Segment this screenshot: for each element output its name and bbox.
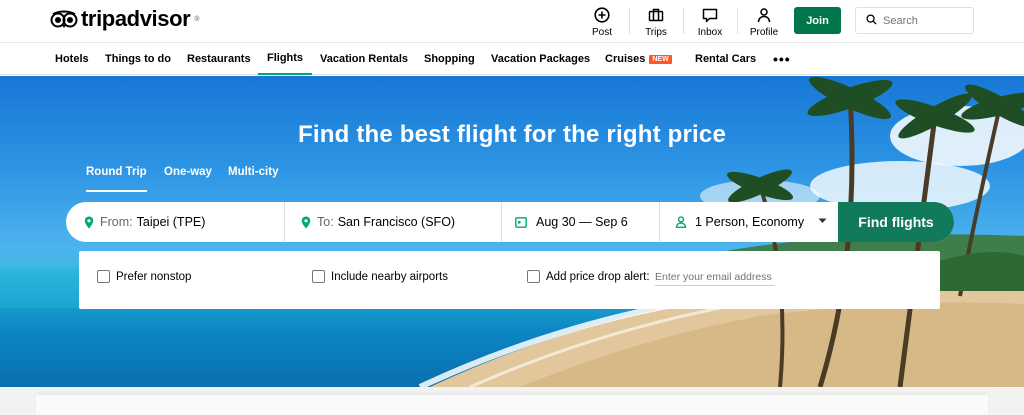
- dates-value: Aug 30 — Sep 6: [536, 215, 628, 229]
- to-label: To:: [317, 215, 334, 229]
- profile-label: Profile: [749, 27, 779, 38]
- find-flights-button[interactable]: Find flights: [838, 202, 954, 242]
- tripadvisor-logo[interactable]: tripadvisor ®: [50, 6, 200, 31]
- header-search[interactable]: [855, 7, 974, 34]
- hero-banner: Find the best flight for the right price…: [0, 76, 1024, 387]
- tab-round-trip[interactable]: Round Trip: [86, 166, 147, 192]
- tab-multi-city[interactable]: Multi-city: [228, 166, 278, 192]
- message-icon: [700, 5, 720, 25]
- inbox-button[interactable]: Inbox: [688, 5, 732, 38]
- person-icon: [675, 216, 687, 228]
- prefer-nonstop-checkbox[interactable]: [97, 270, 110, 283]
- field-divider: [659, 202, 660, 242]
- chevron-down-icon[interactable]: [818, 218, 827, 224]
- nav-hotels[interactable]: Hotels: [55, 43, 89, 75]
- join-button[interactable]: Join: [794, 7, 841, 34]
- search-options-panel: Prefer nonstop Include nearby airports A…: [79, 251, 940, 309]
- email-field[interactable]: [655, 268, 775, 286]
- prefer-nonstop-option[interactable]: Prefer nonstop: [97, 270, 191, 283]
- nav-flights[interactable]: Flights: [258, 43, 313, 75]
- category-nav: Hotels Things to do Restaurants Flights …: [0, 43, 1024, 75]
- prefer-nonstop-label: Prefer nonstop: [116, 270, 192, 283]
- nearby-airports-checkbox[interactable]: [312, 270, 325, 283]
- to-field[interactable]: To: San Francisco (SFO): [301, 202, 501, 242]
- briefcase-icon: [646, 5, 666, 25]
- more-menu-icon[interactable]: •••: [773, 43, 791, 75]
- nav-cruises-label: Cruises: [605, 53, 646, 65]
- nav-rental-cars[interactable]: Rental Cars: [695, 43, 756, 75]
- travelers-field[interactable]: 1 Person, Economy: [675, 202, 835, 242]
- plus-circle-icon: [592, 5, 612, 25]
- profile-button[interactable]: Profile: [742, 5, 786, 38]
- nav-restaurants[interactable]: Restaurants: [187, 43, 251, 75]
- nav-things-to-do[interactable]: Things to do: [105, 43, 171, 75]
- header-divider: [629, 8, 630, 34]
- header-divider: [737, 8, 738, 34]
- trips-button[interactable]: Trips: [634, 5, 678, 38]
- header-divider: [683, 8, 684, 34]
- nav-vacation-packages[interactable]: Vacation Packages: [491, 43, 590, 75]
- hero-title: Find the best flight for the right price: [298, 121, 726, 148]
- top-header: tripadvisor ® Post Trips Inbox Profile J…: [0, 0, 1024, 43]
- user-icon: [754, 5, 774, 25]
- brand-name: tripadvisor: [81, 6, 191, 31]
- search-input[interactable]: [883, 14, 963, 27]
- registered-mark: ®: [194, 15, 200, 23]
- new-badge: NEW: [649, 54, 672, 64]
- tab-one-way[interactable]: One-way: [164, 166, 212, 192]
- trips-label: Trips: [645, 27, 667, 38]
- dates-field[interactable]: Aug 30 — Sep 6: [515, 202, 655, 242]
- location-pin-icon: [301, 216, 311, 229]
- owl-logo-icon: [50, 10, 78, 28]
- to-value: San Francisco (SFO): [337, 215, 456, 229]
- search-icon: [866, 12, 877, 30]
- price-alert-option[interactable]: Add price drop alert:: [527, 270, 650, 283]
- nav-shopping[interactable]: Shopping: [424, 43, 475, 75]
- price-alert-checkbox[interactable]: [527, 270, 540, 283]
- calendar-icon: [515, 216, 527, 228]
- below-fold-area: [0, 387, 1024, 415]
- travelers-value: 1 Person, Economy: [695, 215, 805, 229]
- price-alert-label: Add price drop alert:: [546, 270, 650, 283]
- nav-vacation-rentals[interactable]: Vacation Rentals: [320, 43, 408, 75]
- field-divider: [284, 202, 285, 242]
- content-card: [36, 395, 988, 415]
- field-divider: [501, 202, 502, 242]
- from-field[interactable]: From: Taipei (TPE): [84, 202, 284, 242]
- inbox-label: Inbox: [697, 27, 723, 38]
- location-pin-icon: [84, 216, 94, 229]
- from-label: From:: [100, 215, 133, 229]
- nearby-airports-option[interactable]: Include nearby airports: [312, 270, 448, 283]
- nearby-airports-label: Include nearby airports: [331, 270, 448, 283]
- post-label: Post: [591, 27, 612, 38]
- from-value: Taipei (TPE): [136, 215, 206, 229]
- nav-cruises[interactable]: Cruises NEW: [605, 43, 672, 75]
- post-button[interactable]: Post: [580, 5, 624, 38]
- flight-search-bar: From: Taipei (TPE) To: San Francisco (SF…: [66, 202, 954, 242]
